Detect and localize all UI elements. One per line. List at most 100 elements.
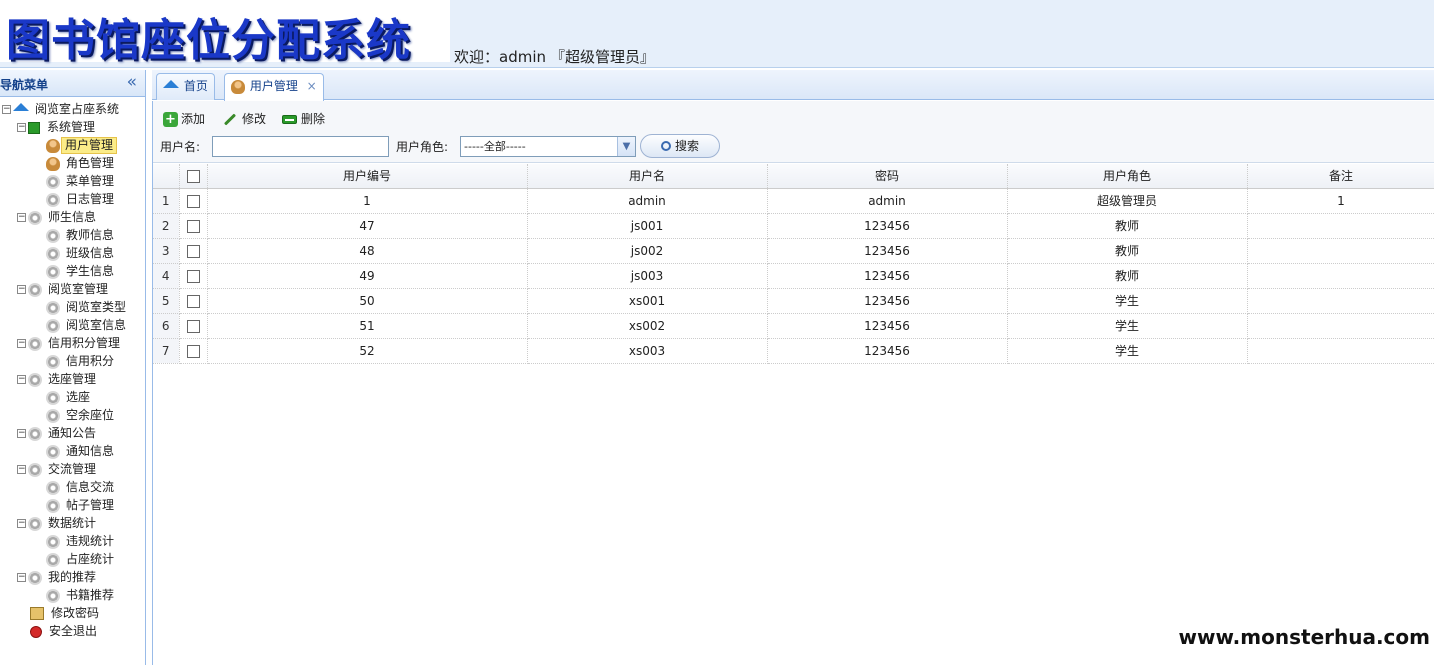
row-checkbox[interactable]	[186, 194, 200, 208]
sidebar-item[interactable]: 用户管理	[0, 136, 145, 154]
gear-icon	[28, 462, 42, 477]
tree-toggle-icon[interactable]: −	[17, 123, 26, 132]
sidebar-item[interactable]: − 通知公告	[0, 424, 145, 442]
welcome-role: 『超级管理员』	[550, 48, 656, 66]
sidebar-item[interactable]: 书籍推荐	[0, 586, 145, 604]
row-checkbox[interactable]	[186, 244, 200, 258]
sidebar-item[interactable]: 教师信息	[0, 226, 145, 244]
tree-toggle-icon[interactable]: −	[17, 573, 26, 582]
tree-toggle-icon[interactable]: −	[17, 465, 26, 474]
table-row[interactable]: 6 51 xs002 123456 学生	[153, 313, 1434, 339]
home-icon	[13, 102, 29, 111]
select-all-checkbox[interactable]	[186, 169, 200, 183]
sidebar-item[interactable]: 空余座位	[0, 406, 145, 424]
sidebar-item[interactable]: 阅览室信息	[0, 316, 145, 334]
sidebar-item[interactable]: − 系统管理	[0, 118, 145, 136]
sidebar-item[interactable]: 修改密码	[0, 604, 145, 622]
green-book-icon	[28, 121, 40, 134]
table-row[interactable]: 4 49 js003 123456 教师	[153, 263, 1434, 289]
table-row[interactable]: 3 48 js002 123456 教师	[153, 238, 1434, 264]
header-remark[interactable]: 备注	[1247, 164, 1434, 189]
gear-icon	[46, 480, 60, 495]
tab-home-label: 首页	[183, 79, 208, 93]
tree-toggle-icon[interactable]: −	[17, 429, 26, 438]
sidebar-item-label: 选座管理	[48, 372, 97, 386]
sidebar-header: 导航菜单 «	[0, 70, 145, 97]
nav-sidebar: 导航菜单 « − 阅览室占座系统 − 系统管理 用户管理 角色管理 菜单管理 日志管理 − 师生信…	[0, 70, 146, 665]
gear-icon	[46, 588, 60, 603]
gear-icon	[46, 498, 60, 513]
delete-button[interactable]: 删除	[282, 109, 325, 129]
sidebar-item[interactable]: 占座统计	[0, 550, 145, 568]
system-title: 图书馆座位分配系统	[6, 15, 411, 66]
gear-icon	[46, 192, 60, 207]
sidebar-item[interactable]: 阅览室类型	[0, 298, 145, 316]
add-button[interactable]: + 添加	[163, 109, 205, 129]
gear-icon	[46, 174, 60, 189]
table-row[interactable]: 1 1 admin admin 超级管理员 1	[153, 188, 1434, 214]
row-number: 3	[153, 238, 180, 264]
header-username[interactable]: 用户名	[527, 164, 768, 189]
tab-close-icon[interactable]: ×	[307, 79, 317, 93]
row-checkbox[interactable]	[186, 344, 200, 358]
row-checkbox[interactable]	[186, 319, 200, 333]
gear-icon	[46, 246, 60, 261]
sidebar-item[interactable]: 学生信息	[0, 262, 145, 280]
table-row[interactable]: 2 47 js001 123456 教师	[153, 213, 1434, 239]
sidebar-item[interactable]: − 阅览室占座系统	[0, 100, 145, 118]
sidebar-item[interactable]: 信用积分	[0, 352, 145, 370]
sidebar-item[interactable]: − 师生信息	[0, 208, 145, 226]
cell-password: 123456	[767, 213, 1008, 239]
gear-icon	[46, 264, 60, 279]
user-table: 用户编号 用户名 密码 用户角色 备注 1 1 admin admin 超级管理员 1 2 4…	[153, 164, 1434, 364]
sidebar-item[interactable]: − 交流管理	[0, 460, 145, 478]
header-user-id[interactable]: 用户编号	[207, 164, 528, 189]
sidebar-item[interactable]: − 数据统计	[0, 514, 145, 532]
sidebar-item[interactable]: 日志管理	[0, 190, 145, 208]
sidebar-item[interactable]: 班级信息	[0, 244, 145, 262]
header-user-role[interactable]: 用户角色	[1007, 164, 1248, 189]
cell-remark: 1	[1247, 188, 1434, 214]
sidebar-item[interactable]: 违规统计	[0, 532, 145, 550]
tab-user-management[interactable]: 用户管理 ×	[224, 73, 324, 101]
search-button[interactable]: 搜索	[640, 134, 720, 158]
sidebar-item[interactable]: − 我的推荐	[0, 568, 145, 586]
cell-password: 123456	[767, 288, 1008, 314]
sidebar-item[interactable]: 信息交流	[0, 478, 145, 496]
user-icon	[231, 79, 245, 94]
sidebar-item-label: 通知公告	[48, 426, 97, 440]
tree-toggle-icon[interactable]: −	[17, 339, 26, 348]
tree-toggle-icon[interactable]: −	[17, 519, 26, 528]
table-row[interactable]: 5 50 xs001 123456 学生	[153, 288, 1434, 314]
sidebar-item[interactable]: 通知信息	[0, 442, 145, 460]
sidebar-item[interactable]: − 信用积分管理	[0, 334, 145, 352]
edit-button[interactable]: 修改	[223, 109, 266, 129]
sidebar-item[interactable]: − 选座管理	[0, 370, 145, 388]
sidebar-item-label: 帖子管理	[66, 498, 115, 512]
row-checkbox[interactable]	[186, 294, 200, 308]
collapse-icon[interactable]: «	[127, 72, 137, 92]
role-select-value: -----全部-----	[464, 140, 526, 153]
sidebar-item[interactable]: − 阅览室管理	[0, 280, 145, 298]
tree-toggle-icon[interactable]: −	[17, 213, 26, 222]
row-checkbox[interactable]	[186, 269, 200, 283]
row-number: 2	[153, 213, 180, 239]
tree-toggle-icon[interactable]: −	[2, 105, 11, 114]
tab-home[interactable]: 首页	[156, 73, 215, 100]
tree-toggle-icon[interactable]: −	[17, 375, 26, 384]
tree-toggle-icon[interactable]: −	[17, 285, 26, 294]
sidebar-item[interactable]: 角色管理	[0, 154, 145, 172]
sidebar-item-label: 安全退出	[49, 624, 98, 638]
sidebar-item[interactable]: 选座	[0, 388, 145, 406]
sidebar-item[interactable]: 菜单管理	[0, 172, 145, 190]
cell-user-role: 学生	[1007, 288, 1248, 314]
sidebar-item-label: 系统管理	[47, 120, 96, 134]
chevron-down-icon[interactable]: ▼	[617, 137, 635, 156]
sidebar-item[interactable]: 安全退出	[0, 622, 145, 640]
row-checkbox[interactable]	[186, 219, 200, 233]
role-select[interactable]: -----全部----- ▼	[460, 136, 636, 157]
sidebar-item[interactable]: 帖子管理	[0, 496, 145, 514]
table-row[interactable]: 7 52 xs003 123456 学生	[153, 338, 1434, 364]
header-password[interactable]: 密码	[767, 164, 1008, 189]
username-input[interactable]	[212, 136, 389, 157]
